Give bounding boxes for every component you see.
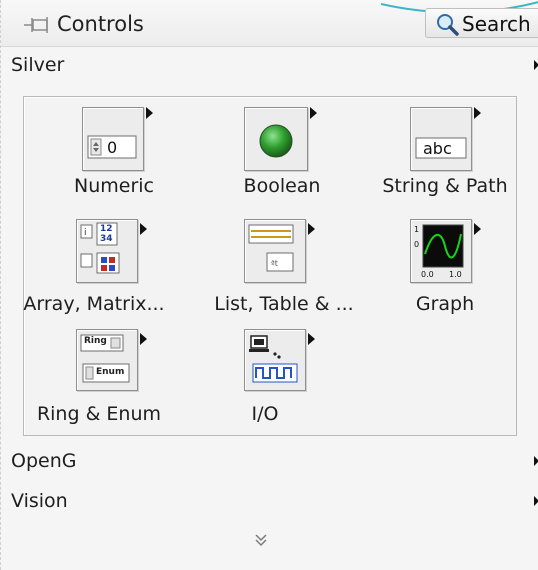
expand-chevron-icon[interactable] bbox=[253, 532, 269, 548]
graph-tick-y-top: 1 bbox=[414, 225, 420, 234]
list-table-icon: ªt bbox=[248, 224, 294, 272]
palette-title: Controls bbox=[57, 12, 144, 36]
category-vision[interactable]: Vision bbox=[11, 484, 538, 518]
enum-text: Enum bbox=[96, 367, 125, 377]
graph-tick-y-mid: 0 bbox=[414, 240, 420, 249]
category-silver[interactable]: Silver bbox=[11, 48, 538, 82]
array-matrix-arrow-icon bbox=[140, 223, 147, 235]
search-label: Search bbox=[462, 12, 531, 36]
palette-item-numeric[interactable]: 0 Numeric bbox=[54, 107, 174, 212]
palette-item-string-path[interactable]: abc String & Path bbox=[370, 107, 520, 212]
graph-tile: 1 0 0.0 1.0 bbox=[410, 219, 472, 283]
category-vision-label: Vision bbox=[11, 490, 68, 512]
boolean-arrow-icon bbox=[310, 107, 317, 119]
ring-enum-arrow-icon bbox=[140, 333, 147, 345]
palette-item-ring-enum[interactable]: Ring Enum Ring & Enum bbox=[24, 329, 194, 435]
list-table-arrow-icon bbox=[308, 223, 315, 235]
numeric-label: Numeric bbox=[74, 175, 154, 197]
palette-item-graph[interactable]: 1 0 0.0 1.0 Graph bbox=[370, 219, 520, 327]
graph-tick-x-left: 0.0 bbox=[421, 270, 434, 279]
search-button[interactable]: Search bbox=[425, 8, 538, 38]
string-path-arrow-icon bbox=[474, 107, 481, 119]
list-table-tile: ªt bbox=[244, 219, 306, 283]
graph-arrow-icon bbox=[474, 223, 481, 235]
category-openg[interactable]: OpenG bbox=[11, 444, 538, 478]
array-cell-top: 12 bbox=[100, 224, 113, 234]
string-path-label: String & Path bbox=[382, 175, 508, 197]
palette-item-list-table[interactable]: ªt List, Table & ... bbox=[200, 219, 370, 327]
array-matrix-label: Array, Matrix... bbox=[23, 293, 165, 315]
io-label: I/O bbox=[251, 403, 279, 425]
category-silver-label: Silver bbox=[11, 54, 65, 76]
boolean-label: Boolean bbox=[243, 175, 321, 197]
array-matrix-tile: i 12 34 bbox=[76, 219, 138, 283]
palette-titlebar: Controls Search bbox=[1, 0, 538, 47]
io-icon bbox=[249, 335, 298, 383]
category-silver-arrow-icon bbox=[534, 60, 538, 70]
graph-tick-x-right: 1.0 bbox=[449, 270, 462, 279]
numeric-arrow-icon bbox=[146, 107, 153, 119]
array-cell-bottom: 34 bbox=[100, 234, 113, 244]
numeric-tile: 0 bbox=[82, 107, 144, 171]
category-openg-label: OpenG bbox=[11, 450, 77, 472]
silver-controls-group: 0 Numeric Boolean abc String & Path i 12… bbox=[23, 96, 517, 436]
boolean-tile bbox=[244, 107, 308, 171]
numeric-value: 0 bbox=[107, 138, 118, 157]
category-openg-arrow-icon bbox=[534, 456, 538, 466]
graph-icon bbox=[422, 224, 464, 268]
io-arrow-icon bbox=[308, 333, 315, 345]
svg-text:i: i bbox=[84, 228, 87, 238]
ring-enum-tile: Ring Enum bbox=[76, 329, 138, 391]
list-table-label: List, Table & ... bbox=[214, 293, 354, 315]
pin-icon[interactable] bbox=[23, 14, 51, 36]
palette-item-boolean[interactable]: Boolean bbox=[222, 107, 342, 212]
graph-label: Graph bbox=[415, 293, 475, 315]
ring-enum-label: Ring & Enum bbox=[36, 403, 162, 425]
io-tile bbox=[244, 329, 306, 391]
category-vision-arrow-icon bbox=[534, 496, 538, 506]
string-path-tile: abc bbox=[410, 107, 472, 171]
string-value: abc bbox=[423, 139, 452, 158]
boolean-led-icon bbox=[259, 124, 293, 158]
controls-palette: Controls Search Silver 0 Numeric Boolean… bbox=[0, 0, 538, 570]
search-icon bbox=[437, 14, 459, 36]
palette-item-io[interactable]: I/O bbox=[200, 329, 370, 435]
ring-text: Ring bbox=[84, 336, 107, 346]
palette-item-array-matrix[interactable]: i 12 34 Array, Matrix... bbox=[23, 219, 194, 327]
svg-text:ªt: ªt bbox=[271, 259, 278, 268]
